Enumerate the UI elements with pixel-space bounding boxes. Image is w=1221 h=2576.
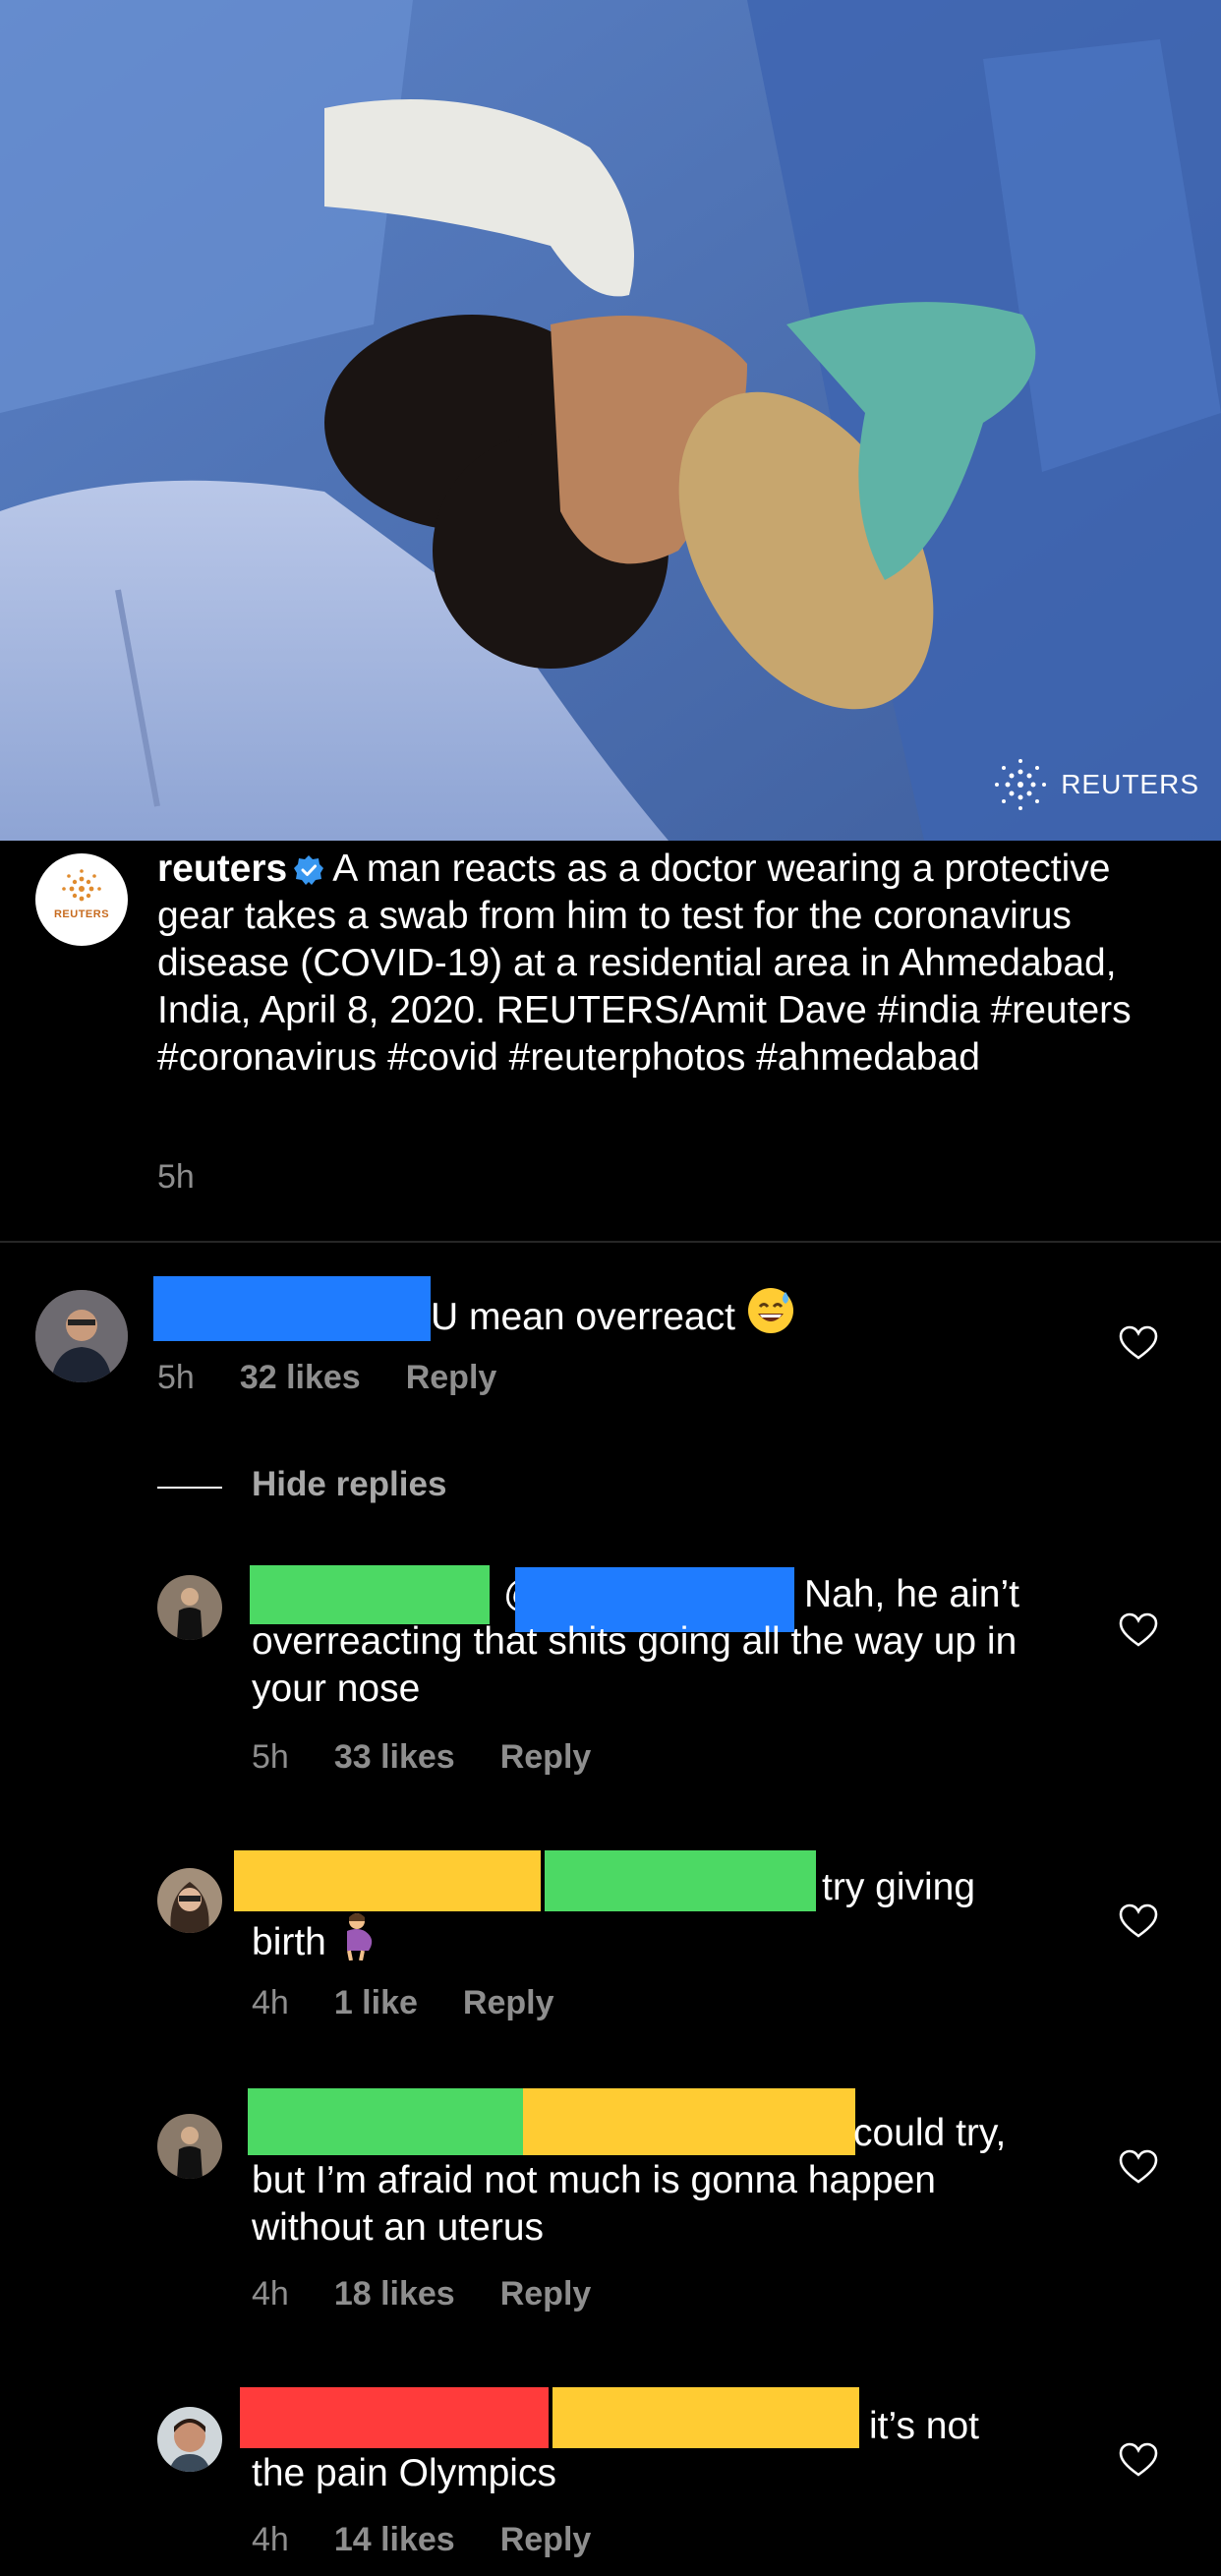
reply-likes[interactable]: 1 like	[334, 1984, 418, 2022]
reply-meta: 4h 18 likes Reply	[252, 2275, 636, 2313]
reply-text: overreacting that shits going all the wa…	[252, 1620, 1018, 1710]
reply-meta: 4h 1 like Reply	[252, 1984, 600, 2022]
reply-text-line1: could try,	[853, 2112, 1007, 2154]
post-photo[interactable]: REUTERS	[0, 0, 1221, 841]
person-avatar-icon	[35, 1290, 128, 1382]
reply-avatar[interactable]	[157, 1575, 222, 1640]
comment-time: 5h	[157, 1359, 195, 1396]
post-time: 5h	[157, 1158, 195, 1196]
reply-button[interactable]: Reply	[500, 1738, 592, 1777]
reply-avatar[interactable]	[157, 2407, 222, 2472]
person-avatar-icon	[157, 1575, 222, 1640]
post-username[interactable]: reuters	[157, 848, 287, 890]
commenter-avatar[interactable]	[35, 1290, 128, 1382]
reply-avatar[interactable]	[157, 1868, 222, 1933]
reply-button[interactable]: Reply	[500, 2275, 592, 2313]
like-heart-icon[interactable]	[1119, 2149, 1158, 2185]
reply-text-line1: Nah, he ain’t	[804, 1573, 1019, 1615]
like-heart-icon[interactable]	[1119, 1325, 1158, 1361]
photo-illustration	[0, 0, 1221, 841]
like-heart-icon[interactable]	[1119, 1903, 1158, 1939]
redacted-username	[250, 1565, 490, 1624]
reply-body: birth	[252, 1921, 326, 1963]
divider	[0, 1241, 1221, 1243]
avatar-label: REUTERS	[53, 908, 110, 920]
comment-text: U mean overreact	[431, 1286, 795, 1347]
reply-text: the pain Olympics	[252, 2452, 556, 2494]
redacted-mention	[523, 2088, 855, 2155]
reuters-avatar[interactable]: REUTERS	[35, 853, 128, 946]
person-avatar-icon	[157, 2407, 222, 2472]
like-heart-icon[interactable]	[1119, 1612, 1158, 1648]
reuters-logo-icon	[62, 869, 101, 902]
reply-likes[interactable]: 14 likes	[334, 2521, 455, 2559]
comment-body: U mean overreact	[431, 1296, 735, 1338]
hide-replies-line	[157, 1487, 222, 1489]
reuters-watermark: REUTERS	[994, 758, 1199, 811]
reply-button[interactable]: Reply	[500, 2521, 592, 2559]
redacted-username	[240, 2387, 549, 2448]
reply-button[interactable]: Reply	[463, 1984, 554, 2022]
redacted-username	[234, 1850, 541, 1911]
comment-likes[interactable]: 32 likes	[240, 1359, 361, 1397]
post-caption: reuters A man reacts as a doctor wearing…	[157, 846, 1180, 1082]
person-avatar-icon	[157, 1868, 222, 1933]
reply-text: but I’m afraid not much is gonna happen …	[252, 2159, 936, 2249]
comment-meta: 5h 32 likes Reply	[157, 1359, 542, 1397]
person-avatar-icon	[157, 2114, 222, 2179]
reply-time: 4h	[252, 2521, 289, 2558]
pregnant-woman-emoji	[337, 1911, 380, 1972]
grinning-sweat-emoji	[746, 1286, 795, 1347]
reply-meta: 4h 14 likes Reply	[252, 2521, 636, 2559]
reply-time: 5h	[252, 1738, 289, 1776]
reply-avatar[interactable]	[157, 2114, 222, 2179]
reply-text: birth	[252, 1911, 380, 1972]
reply-text-line1: try giving	[822, 1866, 976, 1908]
reply-button[interactable]: Reply	[406, 1359, 497, 1397]
redacted-username	[248, 2088, 523, 2155]
reuters-logo-icon	[995, 759, 1047, 810]
reply-meta: 5h 33 likes Reply	[252, 1738, 636, 1777]
verified-badge-icon	[294, 855, 324, 885]
watermark-text: REUTERS	[1061, 769, 1199, 799]
reply-time: 4h	[252, 2275, 289, 2313]
redacted-username	[153, 1276, 431, 1341]
reply-likes[interactable]: 33 likes	[334, 1738, 455, 1777]
reply-likes[interactable]: 18 likes	[334, 2275, 455, 2313]
redacted-mention	[552, 2387, 859, 2448]
like-heart-icon[interactable]	[1119, 2442, 1158, 2478]
reply-text-line1: it’s not	[869, 2405, 980, 2447]
reply-time: 4h	[252, 1984, 289, 2021]
redacted-mention	[545, 1850, 816, 1911]
hide-replies-button[interactable]: Hide replies	[252, 1465, 446, 1504]
